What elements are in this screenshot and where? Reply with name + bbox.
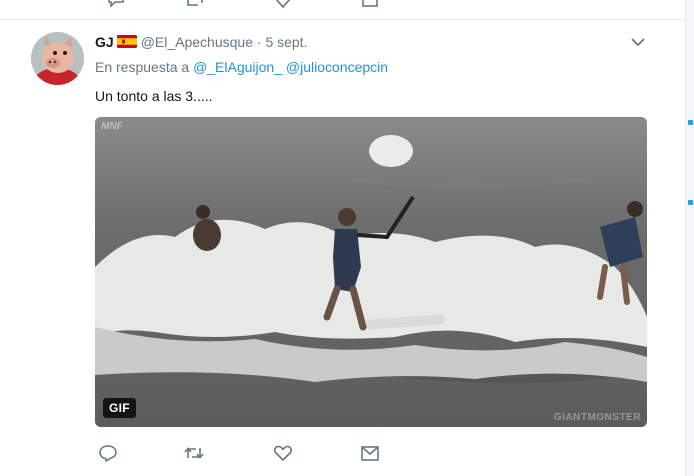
tweet-timestamp[interactable]: 5 sept. <box>265 34 307 50</box>
scroll-marker <box>688 200 693 205</box>
retweet-icon[interactable] <box>183 443 205 463</box>
chevron-down-icon[interactable] <box>629 35 647 49</box>
scroll-marker <box>688 120 693 125</box>
tweet-header: GJ @El_Apechusque · 5 sept. <box>95 33 307 51</box>
avatar[interactable] <box>31 32 84 85</box>
display-name[interactable]: GJ <box>95 34 114 50</box>
tweet-divider <box>0 19 686 20</box>
scrollbar[interactable] <box>685 0 694 476</box>
gif-badge: GIF <box>103 398 136 418</box>
envelope-icon[interactable] <box>359 443 381 463</box>
reply-context: En respuesta a @_ElAguijon_ @julioconcep… <box>95 58 388 76</box>
tweet-text: Un tonto a las 3..... <box>95 88 213 104</box>
spain-flag-icon <box>116 35 137 48</box>
reply-icon[interactable] <box>97 443 119 463</box>
watermark-text: GIANTMONSTER <box>553 412 641 423</box>
gif-media[interactable]: MNF GIANTMONSTER GIF <box>95 117 647 427</box>
tweet-actions <box>95 443 495 463</box>
heart-icon[interactable] <box>273 0 293 10</box>
previous-tweet-actions <box>95 0 395 10</box>
corner-logo-text: MNF <box>101 121 123 132</box>
retweet-icon[interactable] <box>184 0 206 10</box>
heart-icon[interactable] <box>272 443 294 463</box>
mention-link[interactable]: @julioconcepcin <box>286 59 388 75</box>
mention-link[interactable]: @_ElAguijon_ <box>193 59 282 75</box>
user-handle[interactable]: @El_Apechusque <box>141 34 253 50</box>
reply-icon[interactable] <box>106 0 126 10</box>
reply-prefix: En respuesta a <box>95 59 190 75</box>
gif-frame <box>95 117 647 427</box>
timeline: GJ @El_Apechusque · 5 sept. En respuesta… <box>0 0 686 476</box>
separator-dot: · <box>256 34 262 50</box>
envelope-icon[interactable] <box>360 0 380 10</box>
